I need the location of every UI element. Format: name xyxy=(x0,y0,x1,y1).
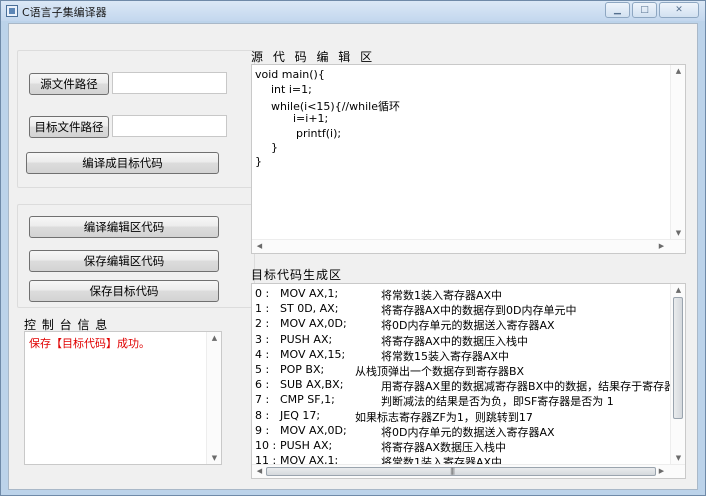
instruction: MOV AX,1; xyxy=(280,287,339,300)
row-number: 9 : xyxy=(255,423,270,437)
scroll-right-icon[interactable]: ▶ xyxy=(654,467,669,475)
instruction: PUSH AX; xyxy=(280,439,333,452)
table-row: 1 : ST 0D, AX; 将寄存器AX中的数据存到0D内存单元中 xyxy=(255,302,675,317)
row-number: 4 : xyxy=(255,347,270,361)
console-output[interactable]: 保存【目标代码】成功。 ▲ ▼ xyxy=(24,331,222,465)
row-number: 6 : xyxy=(255,378,270,392)
instruction-comment: 如果标志寄存器ZF为1，则跳转到17 xyxy=(355,410,533,424)
app-window: C语言子集编译器 ▁ □ ✕ 源文件路径 目标文件路径 编译成目标代码 编译编辑… xyxy=(0,0,706,496)
table-row: 6 : SUB AX,BX; 用寄存器AX里的数据减寄存器BX中的数据，结果存于寄存… xyxy=(255,378,685,393)
instruction-comment: 用寄存器AX里的数据减寄存器BX中的数据，结果存于寄存器AX xyxy=(381,380,686,394)
table-row: 10 : PUSH AX; 将寄存器AX数据压入栈中 xyxy=(255,439,675,454)
source-vscrollbar[interactable]: ▲ ▼ xyxy=(670,65,685,239)
instruction-comment: 从栈顶弹出一个数据存到寄存器BX xyxy=(355,365,525,378)
instruction: POP BX; xyxy=(280,363,325,376)
console-scrollbar[interactable]: ▲ ▼ xyxy=(206,332,221,464)
table-row: 4 : MOV AX,15; 将常数15装入寄存器AX中 xyxy=(255,348,675,363)
app-icon xyxy=(6,5,18,17)
code-line: int i=1; xyxy=(271,83,312,96)
target-code-output[interactable]: 0 : MOV AX,1; 将常数1装入寄存器AX中 1 : ST 0D, AX; 将寄存… xyxy=(251,283,686,479)
instruction-comment: 将0D内存单元的数据送入寄存器AX xyxy=(381,319,555,333)
source-path-input[interactable] xyxy=(112,72,227,94)
source-hscrollbar[interactable]: ◀ ▶ xyxy=(252,239,685,253)
instruction: JEQ 17; xyxy=(280,408,321,422)
source-path-button[interactable]: 源文件路径 xyxy=(29,73,109,95)
file-path-group: 源文件路径 目标文件路径 编译成目标代码 xyxy=(17,50,255,188)
grip-icon: ||| xyxy=(450,467,455,475)
scroll-down-icon[interactable]: ▼ xyxy=(671,454,685,462)
instruction-comment: 将寄存器AX中的数据存到0D内存单元中 xyxy=(381,304,577,318)
save-target-button[interactable]: 保存目标代码 xyxy=(29,280,219,302)
code-line: i=i+1; xyxy=(293,112,329,125)
row-number: 7 : xyxy=(255,393,270,407)
instruction-comment: 将寄存器AX数据压入栈中 xyxy=(381,441,507,454)
scroll-up-icon[interactable]: ▲ xyxy=(671,286,685,294)
table-row: 2 : MOV AX,0D; 将0D内存单元的数据送入寄存器AX xyxy=(255,317,675,332)
scroll-left-icon[interactable]: ◀ xyxy=(252,242,267,250)
scroll-right-icon[interactable]: ▶ xyxy=(654,242,669,250)
instruction: CMP SF,1; xyxy=(280,393,335,407)
row-number: 1 : xyxy=(255,302,270,316)
instruction-comment: 将0D内存单元的数据送入寄存器AX xyxy=(381,425,555,439)
title-bar: C语言子集编译器 ▁ □ ✕ xyxy=(1,1,705,21)
table-row: 5 : POP BX; 从栈顶弹出一个数据存到寄存器BX xyxy=(255,363,675,378)
window-controls: ▁ □ ✕ xyxy=(603,2,699,19)
table-row: 8 : JEQ 17; 如果标志寄存器ZF为1，则跳转到17 xyxy=(255,409,675,424)
row-number: 5 : xyxy=(255,363,270,376)
instruction: ST 0D, AX; xyxy=(280,302,339,316)
row-number: 10 : xyxy=(255,439,277,452)
scroll-left-icon[interactable]: ◀ xyxy=(252,467,267,475)
target-hscrollbar[interactable]: ◀ ||| ▶ xyxy=(252,464,685,478)
code-line: printf(i); xyxy=(296,127,342,140)
compile-editor-button[interactable]: 编译编辑区代码 xyxy=(29,216,219,238)
scroll-down-icon[interactable]: ▼ xyxy=(207,454,221,462)
instruction-comment: 判断减法的结果是否为负，即SF寄存器是否为 1 xyxy=(381,395,614,409)
console-message: 保存【目标代码】成功。 xyxy=(29,337,150,350)
editor-actions-group: 编译编辑区代码 保存编辑区代码 保存目标代码 xyxy=(17,204,255,308)
source-editor[interactable]: void main(){ int i=1; while(i<15){//whil… xyxy=(251,64,686,254)
table-row: 3 : PUSH AX; 将寄存器AX中的数据压入栈中 xyxy=(255,333,675,348)
row-number: 2 : xyxy=(255,317,270,331)
target-vscrollbar[interactable]: ▲ ▼ xyxy=(670,284,685,464)
table-row: 0 : MOV AX,1; 将常数1装入寄存器AX中 xyxy=(255,287,675,302)
code-line: while(i<15){//while循环 xyxy=(271,100,400,113)
scroll-down-icon[interactable]: ▼ xyxy=(671,229,685,237)
instruction-comment: 将寄存器AX中的数据压入栈中 xyxy=(381,334,529,348)
save-editor-button[interactable]: 保存编辑区代码 xyxy=(29,250,219,272)
vscroll-thumb[interactable] xyxy=(673,297,683,419)
scroll-up-icon[interactable]: ▲ xyxy=(671,67,685,75)
scroll-up-icon[interactable]: ▲ xyxy=(207,334,221,342)
instruction: MOV AX,0D; xyxy=(280,423,347,437)
code-line: void main(){ xyxy=(255,68,325,81)
close-icon[interactable]: ✕ xyxy=(659,2,699,18)
row-number: 8 : xyxy=(255,408,270,422)
instruction: MOV AX,0D; xyxy=(280,317,347,331)
compile-to-target-button[interactable]: 编译成目标代码 xyxy=(26,152,219,174)
code-line: } xyxy=(255,155,262,168)
maximize-icon[interactable]: □ xyxy=(632,2,657,18)
row-number: 3 : xyxy=(255,332,270,346)
instruction-comment: 将常数1装入寄存器AX中 xyxy=(381,289,503,302)
table-row: 7 : CMP SF,1; 判断减法的结果是否为负，即SF寄存器是否为 1 xyxy=(255,393,675,408)
target-path-button[interactable]: 目标文件路径 xyxy=(29,116,109,138)
instruction: SUB AX,BX; xyxy=(280,378,344,392)
instruction: MOV AX,15; xyxy=(280,347,346,361)
minimize-icon[interactable]: ▁ xyxy=(605,2,630,18)
instruction-comment: 将常数15装入寄存器AX中 xyxy=(381,349,510,363)
table-row: 9 : MOV AX,0D; 将0D内存单元的数据送入寄存器AX xyxy=(255,424,675,439)
target-path-input[interactable] xyxy=(112,115,227,137)
target-code-label: 目标代码生成区 xyxy=(251,268,343,282)
instruction: PUSH AX; xyxy=(280,332,333,346)
code-line: } xyxy=(271,141,278,154)
source-editor-label: 源 代 码 编 辑 区 xyxy=(251,50,376,64)
row-number: 0 : xyxy=(255,287,270,300)
main-panel: 源文件路径 目标文件路径 编译成目标代码 编译编辑区代码 保存编辑区代码 保存目… xyxy=(8,23,698,490)
hscroll-thumb[interactable] xyxy=(266,467,656,476)
window-title: C语言子集编译器 xyxy=(22,6,107,19)
